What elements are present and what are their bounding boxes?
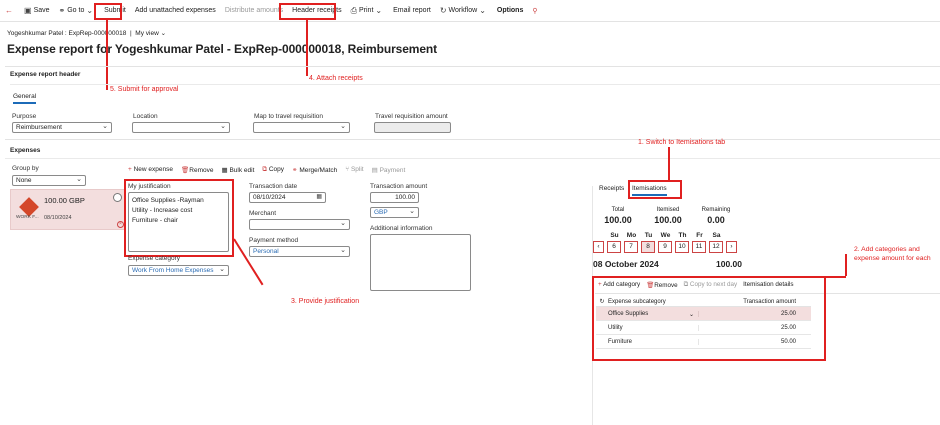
options-button[interactable]: Options bbox=[497, 7, 523, 14]
merge-button[interactable]: ⚭ Merge/Match bbox=[292, 166, 337, 174]
breadcrumb: Yogeshkumar Patel : ExpRep-000000018 | M… bbox=[7, 30, 167, 37]
additional-info-label: Additional information bbox=[370, 225, 433, 232]
expenses-title: Expenses bbox=[10, 147, 41, 154]
link-icon: ⚭ bbox=[58, 6, 66, 15]
workflow-icon: ↻ bbox=[439, 6, 447, 15]
day-8-selected[interactable]: 8 bbox=[641, 241, 655, 253]
itemised-label: Itemised bbox=[656, 207, 680, 213]
print-button[interactable]: ⎙ Print ⌄ bbox=[351, 6, 385, 16]
total-label: Total bbox=[611, 207, 625, 213]
map-travel-label: Map to travel requisition bbox=[254, 113, 324, 120]
day-7[interactable]: 7 bbox=[624, 241, 638, 253]
transaction-amount-field[interactable]: 100.00 bbox=[370, 192, 419, 203]
tab-receipts[interactable]: Receipts bbox=[599, 185, 624, 192]
payment-button[interactable]: ▤ Payment bbox=[372, 166, 406, 174]
justification-label: My justification bbox=[128, 183, 171, 190]
new-expense-button[interactable]: + New expense bbox=[128, 166, 173, 174]
annotation-submit: 5. Submit for approval bbox=[110, 86, 179, 93]
expense-card[interactable]: WORK F... 100.00 GBP 08/10/2024 × bbox=[10, 189, 125, 230]
group-by-label: Group by bbox=[12, 165, 39, 172]
submit-highlight bbox=[94, 3, 122, 20]
selected-day-amount: 100.00 bbox=[716, 259, 742, 269]
print-icon: ⎙ bbox=[350, 5, 357, 15]
remaining-value: 0.00 bbox=[707, 215, 725, 225]
transaction-amount-label: Transaction amount bbox=[370, 183, 428, 190]
justification-textarea[interactable]: Office Supplies -Rayman Utility - Increa… bbox=[128, 192, 229, 252]
merchant-select[interactable]: ⌄ bbox=[249, 219, 350, 230]
card-amount: 100.00 GBP bbox=[44, 196, 85, 205]
selected-date: 08 October 2024 bbox=[593, 259, 659, 269]
merchant-label: Merchant bbox=[249, 210, 277, 217]
split-button[interactable]: ⑂ Split bbox=[345, 166, 363, 174]
day-10[interactable]: 10 bbox=[675, 241, 689, 253]
card-category: WORK F... bbox=[16, 215, 39, 220]
additional-info-textarea[interactable] bbox=[370, 234, 471, 291]
email-report-button[interactable]: Email report bbox=[393, 7, 431, 14]
category-select[interactable]: Work From Home Expenses ⌄ bbox=[128, 265, 229, 276]
itemisations-highlight bbox=[628, 180, 682, 199]
category-label: Expense category bbox=[128, 255, 181, 262]
annotation-line-2b bbox=[826, 276, 846, 278]
currency-select[interactable]: GBP ⌄ bbox=[370, 207, 419, 218]
annotation-line-2 bbox=[845, 254, 847, 276]
card-date: 08/10/2024 bbox=[44, 215, 72, 221]
goto-button[interactable]: ⚭ Go to ⌄ bbox=[59, 6, 96, 15]
purpose-label: Purpose bbox=[12, 113, 37, 120]
map-travel-select[interactable]: ⌄ bbox=[253, 122, 350, 133]
page-title: Expense report for Yogeshkumar Patel - E… bbox=[7, 42, 438, 56]
search-icon[interactable]: ⚲ bbox=[532, 7, 537, 15]
action-toolbar: ← ▣ Save ⚭ Go to ⌄ Submit Add unattached ex… bbox=[0, 0, 940, 22]
back-button[interactable]: ← bbox=[5, 6, 15, 15]
transaction-date-label: Transaction date bbox=[249, 183, 298, 190]
transaction-date-field[interactable]: 08/10/2024 ▦ bbox=[249, 192, 326, 203]
distribute-amounts-button[interactable]: Distribute amounts bbox=[225, 7, 283, 14]
expense-actions: + New expense 🗑Remove ▦ Bulk edit ⧉ Copy… bbox=[128, 166, 405, 174]
day-6[interactable]: 6 bbox=[607, 241, 621, 253]
annotation-line-1 bbox=[668, 147, 670, 180]
location-label: Location bbox=[133, 113, 158, 120]
expense-category-icon bbox=[19, 197, 39, 217]
header-receipts-highlight bbox=[279, 3, 336, 20]
workflow-button[interactable]: ↻ Workflow ⌄ bbox=[440, 6, 488, 15]
save-button[interactable]: ▣ Save bbox=[24, 6, 50, 15]
travel-amount-label: Travel requisition amount bbox=[375, 113, 448, 120]
day-12[interactable]: 12 bbox=[709, 241, 723, 253]
header-section-title[interactable]: Expense report header bbox=[10, 71, 80, 78]
annotation-itemisations: 1. Switch to Itemisations tab bbox=[638, 139, 726, 146]
copy-button[interactable]: ⧉ Copy bbox=[262, 166, 284, 174]
next-week-button[interactable]: › bbox=[726, 241, 737, 253]
annotation-receipts: 4. Attach receipts bbox=[309, 75, 363, 82]
bulk-edit-button[interactable]: ▦ Bulk edit bbox=[221, 166, 254, 174]
itemised-value: 100.00 bbox=[654, 215, 682, 225]
day-11[interactable]: 11 bbox=[692, 241, 706, 253]
tab-general[interactable]: General bbox=[13, 93, 37, 104]
remove-expense-button[interactable]: 🗑Remove bbox=[181, 166, 213, 174]
add-unattached-button[interactable]: Add unattached expenses bbox=[135, 7, 216, 14]
remaining-label: Remaining bbox=[701, 207, 731, 213]
day-9[interactable]: 9 bbox=[658, 241, 672, 253]
annotation-justification: 3. Provide justification bbox=[291, 298, 360, 305]
prev-week-button[interactable]: ‹ bbox=[593, 241, 604, 253]
itemisation-highlight bbox=[592, 276, 826, 361]
card-select-radio[interactable] bbox=[113, 193, 122, 202]
payment-method-label: Payment method bbox=[249, 237, 299, 244]
annotation-line-5 bbox=[106, 20, 108, 90]
group-by-select[interactable]: None ⌄ bbox=[12, 175, 86, 186]
annotation-categories: 2. Add categories and expense amount for… bbox=[854, 246, 931, 262]
total-value: 100.00 bbox=[604, 215, 632, 225]
location-select[interactable]: ⌄ bbox=[132, 122, 230, 133]
annotation-line-4 bbox=[306, 20, 308, 76]
payment-method-select[interactable]: Personal ⌄ bbox=[249, 246, 350, 257]
purpose-select[interactable]: Reimbursement ⌄ bbox=[12, 122, 112, 133]
day-strip: ‹ 6 7 8 9 10 11 12 › bbox=[593, 241, 737, 253]
travel-amount-field[interactable] bbox=[374, 122, 451, 133]
weekday-header: Su Mo Tu We Th Fr Sa bbox=[610, 232, 721, 239]
receipt-missing-icon: × bbox=[117, 221, 124, 228]
save-icon: ▣ bbox=[24, 6, 32, 15]
